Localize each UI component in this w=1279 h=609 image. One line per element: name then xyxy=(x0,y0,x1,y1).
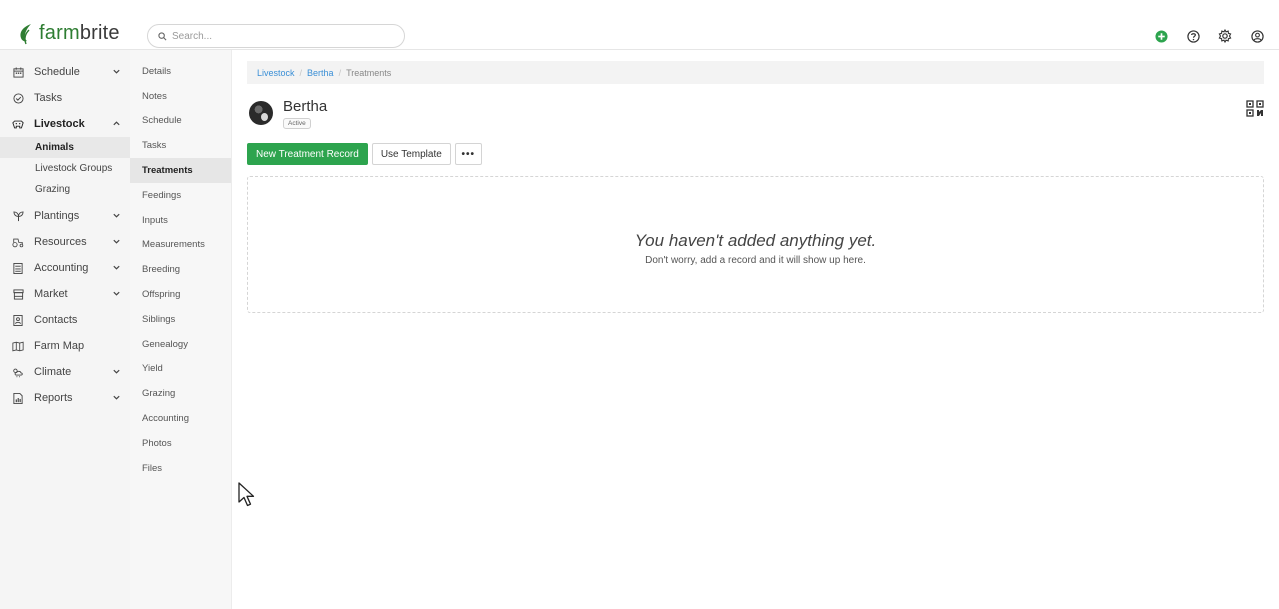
sidebar-item-label: Plantings xyxy=(34,210,80,222)
map-icon xyxy=(12,340,24,352)
sidebar-item-plantings[interactable]: Plantings xyxy=(0,203,130,229)
top-bar: farmbrite xyxy=(0,0,1279,50)
leaf-logo-icon xyxy=(20,23,31,44)
subnav-item-schedule[interactable]: Schedule xyxy=(130,109,231,134)
farmbrite-logo[interactable]: farmbrite xyxy=(17,22,120,45)
cow-icon xyxy=(12,118,24,130)
chevron-down-icon xyxy=(113,369,120,374)
user-account-icon[interactable] xyxy=(1249,28,1265,44)
subnav-item-genealogy[interactable]: Genealogy xyxy=(130,332,231,357)
sidebar-item-label: Reports xyxy=(34,392,73,404)
subnav-item-feedings[interactable]: Feedings xyxy=(130,183,231,208)
subnav-item-grazing[interactable]: Grazing xyxy=(130,381,231,406)
sidebar-item-livestock[interactable]: Livestock xyxy=(0,111,130,137)
new-treatment-record-button[interactable]: New Treatment Record xyxy=(247,143,368,165)
sidebar-item-label: Tasks xyxy=(34,92,63,104)
main-sidebar: Schedule Tasks Livestock Animals Livesto… xyxy=(0,50,130,609)
use-template-button[interactable]: Use Template xyxy=(371,143,451,165)
subnav-item-inputs[interactable]: Inputs xyxy=(130,208,231,233)
help-icon[interactable] xyxy=(1185,28,1201,44)
search-bar[interactable] xyxy=(147,24,405,48)
subnav-item-siblings[interactable]: Siblings xyxy=(130,307,231,332)
animal-subnav: Details Notes Schedule Tasks Treatments … xyxy=(130,50,232,609)
breadcrumb-separator: / xyxy=(299,67,303,78)
logo-text: farmbrite xyxy=(39,22,120,44)
page-title: Bertha xyxy=(283,98,328,115)
settings-gear-icon[interactable] xyxy=(1217,28,1233,44)
search-input[interactable] xyxy=(172,30,372,42)
chevron-down-icon xyxy=(113,265,120,270)
breadcrumb: Livestock / Bertha / Treatments xyxy=(247,61,1264,84)
subnav-item-notes[interactable]: Notes xyxy=(130,84,231,109)
add-circle-icon[interactable] xyxy=(1153,28,1169,44)
subnav-item-measurements[interactable]: Measurements xyxy=(130,233,231,258)
sidebar-item-label: Accounting xyxy=(34,262,89,274)
chevron-down-icon xyxy=(113,69,120,74)
sidebar-item-label: Farm Map xyxy=(34,340,85,352)
chevron-up-icon xyxy=(113,121,120,126)
contact-card-icon xyxy=(12,314,24,326)
subnav-item-treatments[interactable]: Treatments xyxy=(130,158,231,183)
sidebar-item-label: Schedule xyxy=(34,66,80,78)
subnav-item-photos[interactable]: Photos xyxy=(130,431,231,456)
empty-state-subtitle: Don't worry, add a record and it will sh… xyxy=(645,255,866,266)
subnav-item-breeding[interactable]: Breeding xyxy=(130,257,231,282)
check-circle-icon xyxy=(12,92,24,104)
subnav-item-yield[interactable]: Yield xyxy=(130,357,231,382)
chevron-down-icon xyxy=(113,395,120,400)
sidebar-item-accounting[interactable]: Accounting xyxy=(0,255,130,281)
store-icon xyxy=(12,288,24,300)
sidebar-item-label: Contacts xyxy=(34,314,78,326)
sidebar-item-label: Livestock xyxy=(34,118,85,130)
breadcrumb-current: Treatments xyxy=(346,67,392,78)
chevron-down-icon xyxy=(113,239,120,244)
animal-header: Bertha Active xyxy=(249,98,327,129)
sidebar-item-label: Resources xyxy=(34,236,87,248)
breadcrumb-separator: / xyxy=(338,67,342,78)
calendar-icon xyxy=(12,66,24,78)
subnav-item-files[interactable]: Files xyxy=(130,456,231,481)
sidebar-subitem-livestock-groups[interactable]: Livestock Groups xyxy=(0,158,130,179)
breadcrumb-livestock-link[interactable]: Livestock xyxy=(257,68,295,78)
empty-state-title: You haven't added anything yet. xyxy=(634,231,877,250)
calculator-icon xyxy=(12,262,24,274)
weather-icon xyxy=(12,366,24,378)
more-options-button[interactable]: ••• xyxy=(454,143,482,165)
subnav-item-details[interactable]: Details xyxy=(130,59,231,84)
sidebar-item-schedule[interactable]: Schedule xyxy=(0,59,130,85)
sidebar-subitem-grazing[interactable]: Grazing xyxy=(0,179,130,200)
sidebar-item-farm-map[interactable]: Farm Map xyxy=(0,333,130,359)
sprout-icon xyxy=(12,210,24,222)
mouse-cursor-icon xyxy=(238,482,255,507)
empty-state-panel: You haven't added anything yet. Don't wo… xyxy=(247,176,1264,313)
sidebar-item-contacts[interactable]: Contacts xyxy=(0,307,130,333)
search-icon xyxy=(158,31,167,40)
report-icon xyxy=(12,392,24,404)
sidebar-item-market[interactable]: Market xyxy=(0,281,130,307)
subnav-item-accounting[interactable]: Accounting xyxy=(130,406,231,431)
qr-code-icon[interactable] xyxy=(1246,100,1265,117)
subnav-item-offspring[interactable]: Offspring xyxy=(130,282,231,307)
subnav-item-tasks[interactable]: Tasks xyxy=(130,133,231,158)
tractor-icon xyxy=(12,236,24,248)
sidebar-subitem-animals[interactable]: Animals xyxy=(0,137,130,158)
breadcrumb-animal-link[interactable]: Bertha xyxy=(307,68,334,78)
status-badge: Active xyxy=(283,118,311,129)
sidebar-item-label: Climate xyxy=(34,366,72,378)
animal-avatar[interactable] xyxy=(249,101,273,125)
chevron-down-icon xyxy=(113,291,120,296)
sidebar-item-tasks[interactable]: Tasks xyxy=(0,85,130,111)
sidebar-item-reports[interactable]: Reports xyxy=(0,385,130,411)
chevron-down-icon xyxy=(113,213,120,218)
sidebar-item-resources[interactable]: Resources xyxy=(0,229,130,255)
sidebar-item-label: Market xyxy=(34,288,68,300)
sidebar-item-climate[interactable]: Climate xyxy=(0,359,130,385)
action-toolbar: New Treatment Record Use Template ••• xyxy=(247,143,482,165)
